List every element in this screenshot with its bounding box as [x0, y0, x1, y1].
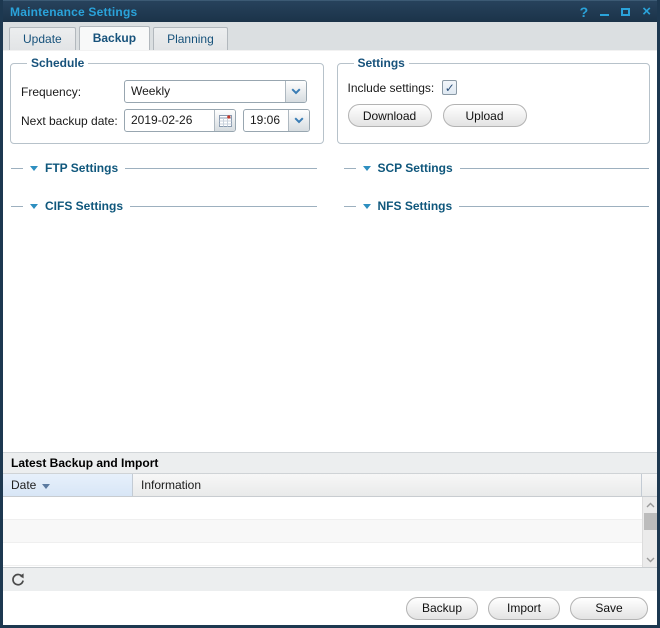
column-header-date[interactable]: Date	[3, 474, 133, 496]
section-label: FTP Settings	[45, 161, 118, 175]
frequency-row: Frequency: Weekly	[21, 80, 313, 103]
section-nfs-settings[interactable]: NFS Settings	[344, 199, 650, 213]
table-body	[3, 497, 657, 567]
column-header-information-label: Information	[141, 478, 201, 492]
divider-line	[344, 168, 356, 169]
refresh-button[interactable]	[10, 572, 26, 588]
download-button[interactable]: Download	[348, 104, 432, 127]
maintenance-settings-window: Maintenance Settings ? × Update Backup P…	[0, 0, 660, 628]
tab-bar: Update Backup Planning	[3, 22, 657, 50]
footer-bar: Backup Import Save	[3, 591, 657, 625]
frequency-label: Frequency:	[21, 85, 124, 99]
table-scrollbar[interactable]	[642, 497, 657, 567]
table-header-row: Date Information	[3, 474, 657, 497]
help-button[interactable]: ?	[580, 4, 589, 20]
section-label: SCP Settings	[378, 161, 453, 175]
settings-legend: Settings	[354, 56, 409, 70]
tab-update[interactable]: Update	[9, 27, 76, 50]
next-backup-row: Next backup date: 2019-02-26	[21, 109, 313, 132]
calendar-picker-button[interactable]	[214, 110, 235, 131]
maximize-button[interactable]	[621, 4, 630, 20]
next-backup-label: Next backup date:	[21, 114, 124, 128]
collapse-chevron-icon	[30, 204, 38, 209]
minimize-icon	[600, 14, 609, 16]
collapse-chevron-icon	[363, 166, 371, 171]
backup-button[interactable]: Backup	[406, 597, 478, 620]
divider-line	[459, 206, 649, 207]
latest-backup-title: Latest Backup and Import	[3, 452, 657, 474]
header-scrollbar-spacer	[642, 474, 657, 496]
divider-line	[344, 206, 356, 207]
time-dropdown-button[interactable]	[288, 110, 309, 131]
include-settings-row: Include settings: ✓	[348, 80, 640, 95]
schedule-legend: Schedule	[27, 56, 88, 70]
sort-desc-icon	[42, 484, 50, 489]
close-button[interactable]: ×	[642, 4, 651, 20]
table-toolbar	[3, 567, 657, 591]
column-header-date-label: Date	[11, 478, 36, 492]
section-scp-settings[interactable]: SCP Settings	[344, 161, 650, 175]
next-backup-date-value: 2019-02-26	[125, 110, 214, 131]
scrollbar-thumb[interactable]	[644, 513, 657, 530]
chevron-up-icon	[646, 502, 655, 508]
next-backup-time-value: 19:06	[244, 110, 288, 131]
save-button[interactable]: Save	[570, 597, 648, 620]
include-settings-label: Include settings:	[348, 81, 435, 95]
frequency-dropdown-button[interactable]	[285, 81, 306, 102]
chevron-down-icon	[294, 117, 304, 124]
backup-tab-content: Schedule Frequency: Weekly Next backup d…	[3, 50, 657, 625]
content-spacer	[3, 213, 657, 452]
divider-line	[460, 168, 649, 169]
scroll-down-button[interactable]	[643, 552, 658, 567]
refresh-icon	[10, 572, 26, 588]
import-button[interactable]: Import	[488, 597, 560, 620]
divider-line	[125, 168, 316, 169]
tab-planning[interactable]: Planning	[153, 27, 228, 50]
upload-button[interactable]: Upload	[443, 104, 527, 127]
section-label: CIFS Settings	[45, 199, 123, 213]
scroll-up-button[interactable]	[643, 497, 658, 512]
calendar-icon	[219, 114, 232, 127]
chevron-down-icon	[291, 88, 301, 95]
minimize-button[interactable]	[600, 4, 609, 20]
titlebar: Maintenance Settings ? ×	[3, 0, 657, 22]
settings-group: Settings Include settings: ✓ Download Up…	[337, 56, 651, 144]
frequency-value: Weekly	[125, 81, 285, 102]
section-cifs-settings[interactable]: CIFS Settings	[11, 199, 317, 213]
table-row	[3, 543, 657, 566]
window-title: Maintenance Settings	[10, 5, 137, 19]
next-backup-date-input[interactable]: 2019-02-26	[124, 109, 236, 132]
protocol-sections: FTP Settings SCP Settings CIFS Settings …	[11, 161, 649, 213]
maximize-icon	[621, 8, 630, 16]
tab-backup[interactable]: Backup	[79, 26, 150, 50]
table-row	[3, 520, 657, 543]
include-settings-checkbox[interactable]: ✓	[442, 80, 457, 95]
table-row	[3, 497, 657, 520]
divider-line	[11, 168, 23, 169]
top-groups-row: Schedule Frequency: Weekly Next backup d…	[10, 56, 650, 144]
next-backup-time-select[interactable]: 19:06	[243, 109, 310, 132]
window-controls: ? ×	[580, 4, 651, 20]
chevron-down-icon	[646, 557, 655, 563]
schedule-group: Schedule Frequency: Weekly Next backup d…	[10, 56, 324, 144]
settings-buttons-row: Download Upload	[348, 104, 640, 127]
divider-line	[130, 206, 316, 207]
section-ftp-settings[interactable]: FTP Settings	[11, 161, 317, 175]
column-header-information[interactable]: Information	[133, 474, 642, 496]
divider-line	[11, 206, 23, 207]
collapse-chevron-icon	[363, 204, 371, 209]
section-label: NFS Settings	[378, 199, 453, 213]
collapse-chevron-icon	[30, 166, 38, 171]
frequency-select[interactable]: Weekly	[124, 80, 307, 103]
